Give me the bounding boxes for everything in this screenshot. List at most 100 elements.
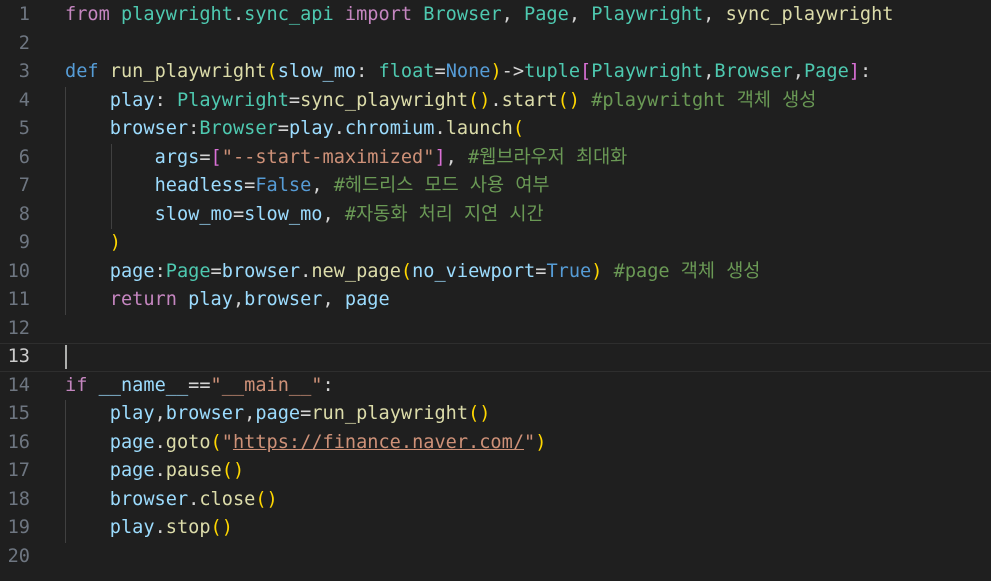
code-token: () [221,460,245,481]
code-line[interactable]: 17 page.pause() [0,457,991,486]
code-line[interactable]: 11 return play,browser, page [0,286,991,315]
code-token: float [378,61,435,82]
code-token: , [232,289,245,310]
code-line[interactable]: 9 ) [0,229,991,258]
code-line[interactable]: 16 page.goto("https://finance.naver.com/… [0,429,991,458]
code-line[interactable]: 18 browser.close() [0,486,991,515]
line-number: 4 [18,89,30,111]
code-token: #page 객체 생성 [613,260,761,282]
line-number: 15 [7,403,30,424]
line-number: 11 [7,289,30,310]
code-token: () [468,89,491,111]
code-token: def [65,61,99,82]
line-number: 19 [7,517,30,538]
code-token: : [188,118,200,139]
code-token: browser [165,403,245,424]
code-token: slow_mo [277,61,357,82]
code-token: Playwright [176,89,289,111]
code-token: sync_api [244,4,334,25]
code-token: stop [165,517,211,538]
code-line[interactable]: 7 headless=False, #헤드리스 모드 사용 여부 [0,172,991,201]
code-token: " [524,431,536,453]
code-token: True [546,260,592,282]
code-token: page [344,289,390,310]
code-token: ) [490,61,502,82]
code-line[interactable]: 5 browser:Browser=play.chromium.launch( [0,115,991,144]
code-token: . [300,260,312,282]
code-line[interactable]: 19 play.stop() [0,514,991,543]
code-token: . [333,118,345,139]
code-token: = [210,260,222,282]
code-text: page.pause() [65,457,244,486]
code-token: ] [434,146,446,168]
code-token: . [154,460,166,481]
code-line[interactable]: 13 [0,343,991,372]
code-token: = [277,118,289,139]
code-token: start [501,89,558,111]
code-token: -> [501,61,525,82]
line-number: 3 [18,61,30,82]
code-token: Playwright [591,4,704,25]
code-line[interactable]: 12 [0,315,991,344]
code-token: () [557,89,580,111]
code-line[interactable]: 20 [0,543,991,572]
code-token: no_viewport [412,260,536,282]
code-token: "__main__" [210,374,323,396]
code-token: pause [165,460,222,481]
code-line[interactable]: 2 [0,30,991,59]
code-token: run_playwright [311,403,469,424]
line-number: 2 [18,32,30,54]
code-line[interactable]: 14 if __name__=="__main__": [0,372,991,401]
indent-guide [65,86,66,315]
line-number: 6 [18,146,30,168]
code-token: ( [400,260,413,282]
code-line[interactable]: 1 from playwright.sync_api import Browser… [0,1,991,30]
code-token: () [468,403,491,424]
code-editor[interactable]: 1 from playwright.sync_api import Browser… [0,0,991,581]
line-number: 16 [7,431,30,453]
code-token: () [210,517,233,538]
code-token: Browser [714,61,793,82]
line-number: 7 [18,175,30,196]
code-token: close [199,488,256,510]
code-token: Playwright [591,61,704,82]
code-token: = [199,146,211,168]
code-token: tuple [524,61,581,82]
code-line[interactable]: 3 def run_playwright(slow_mo: float=None)… [0,58,991,87]
code-token: () [255,488,278,510]
indent-guide [111,143,112,229]
code-token: https://finance.naver.com/ [232,431,525,453]
code-token: __name__ [98,374,189,396]
code-token: : [859,61,872,82]
code-token: , [322,289,345,310]
code-line[interactable]: 6 args=["--start-maximized"], #웹브라우저 최대화 [0,144,991,173]
code-token: . [490,89,502,111]
code-token: , [792,61,804,82]
code-token: browser [109,488,189,510]
code-line[interactable]: 8 slow_mo=slow_mo, #자동화 처리 지연 시간 [0,201,991,230]
code-token: False [255,175,312,196]
code-token: browser [109,118,189,139]
line-number: 18 [7,488,30,510]
code-token: Page [165,260,211,282]
code-token: Browser [423,4,502,25]
code-line[interactable]: 15 play,browser,page=run_playwright() [0,400,991,429]
code-text: headless=False, #헤드리스 모드 사용 여부 [65,172,550,201]
code-token: " [221,431,233,453]
code-token: Browser [199,118,278,139]
code-text: play: Playwright=sync_playwright().start… [65,87,817,116]
code-token: import [344,4,413,25]
code-line[interactable]: 10 page:Page=browser.new_page(no_viewpor… [0,258,991,287]
code-line[interactable]: 4 play: Playwright=sync_playwright().sta… [0,87,991,116]
code-token: play [109,89,155,111]
code-token: ) [535,431,547,453]
